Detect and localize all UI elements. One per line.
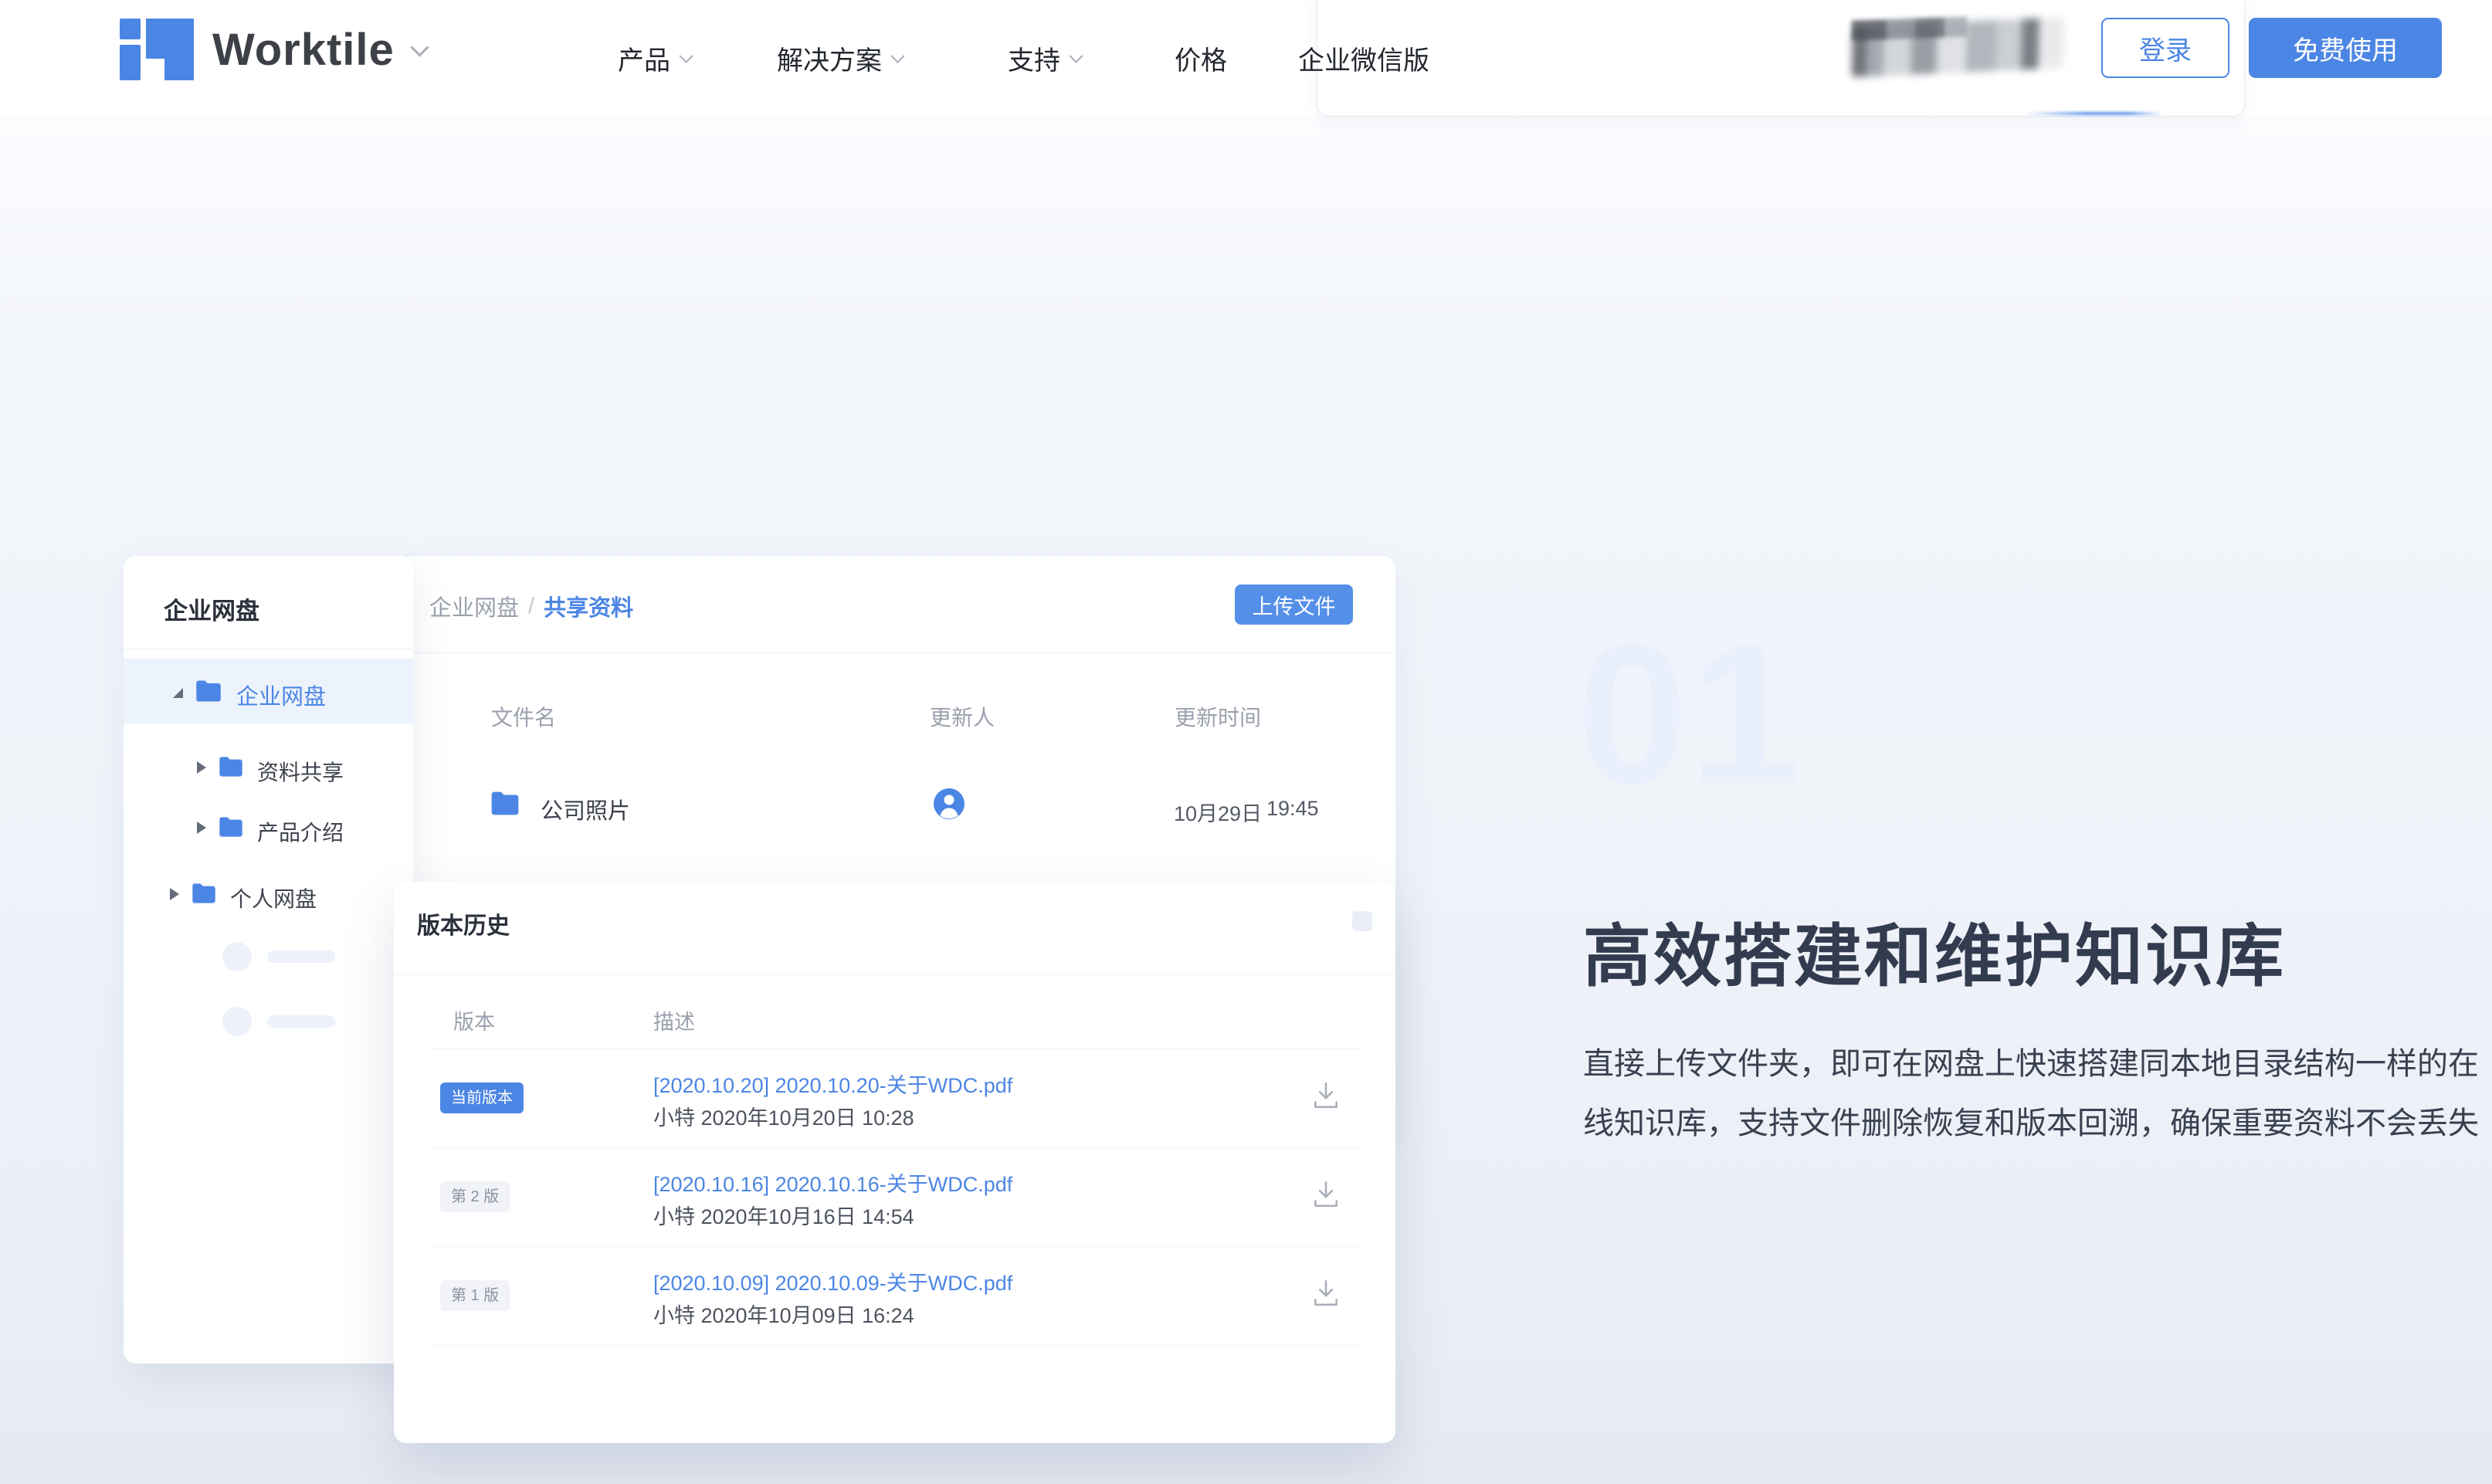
tree-item-label: 企业网盘 xyxy=(236,679,326,711)
nav-label: 产品 xyxy=(618,39,670,77)
feature-title: 高效搭建和维护知识库 xyxy=(1583,902,2286,1000)
worktile-wordmark: Worktile xyxy=(212,24,395,76)
column-header-description: 描述 xyxy=(653,1005,695,1035)
signup-button-label: 免费使用 xyxy=(2293,29,2398,67)
feature-description: 直接上传文件夹，即可在网盘上快速搭建同本地目录结构一样的在线知识库，支持文件删除… xyxy=(1583,1035,2479,1154)
dropdown-glow-accent xyxy=(2024,112,2163,115)
chevron-down-icon xyxy=(890,49,904,63)
folder-icon xyxy=(191,883,217,904)
nav-label: 支持 xyxy=(1008,39,1060,77)
caret-collapsed-icon[interactable] xyxy=(197,761,206,774)
version-badge: 第 1 版 xyxy=(440,1280,510,1311)
worktile-logo[interactable]: Worktile xyxy=(120,17,426,82)
login-button-label: 登录 xyxy=(2139,29,2192,67)
caret-collapsed-icon[interactable] xyxy=(170,888,179,900)
skeleton-text-bar xyxy=(267,950,335,963)
nav-item-pricing[interactable]: 价格 xyxy=(1175,0,1227,116)
download-icon[interactable] xyxy=(1310,1178,1342,1211)
site-header: Worktile 产品 解决方案 支持 价格 企业微信版 登录 免费使用 xyxy=(0,0,2492,116)
version-badge-current: 当前版本 xyxy=(440,1083,524,1113)
breadcrumb: 企业网盘 / 共享资料 xyxy=(429,590,633,622)
column-header-updated-time: 更新时间 xyxy=(1175,701,1261,732)
folder-icon xyxy=(195,679,222,703)
avatar xyxy=(934,788,965,819)
sidebar-title: 企业网盘 xyxy=(164,591,259,626)
breadcrumb-current: 共享资料 xyxy=(544,590,633,622)
version-badge: 第 2 版 xyxy=(440,1181,510,1212)
skeleton-avatar xyxy=(222,1007,252,1036)
feature-index-watermark: 01 xyxy=(1577,615,1802,814)
tree-item-label: 产品介绍 xyxy=(257,816,344,847)
file-row-time: 19:45 xyxy=(1266,797,1319,821)
chevron-down-icon xyxy=(1069,49,1083,63)
folder-icon xyxy=(218,756,244,778)
folder-icon xyxy=(490,791,520,816)
caret-collapsed-icon[interactable] xyxy=(197,822,206,834)
tree-item-shared-files[interactable]: 资料共享 xyxy=(124,752,413,783)
skeleton-text-bar xyxy=(267,1015,335,1028)
divider xyxy=(394,974,1395,975)
nav-label: 解决方案 xyxy=(777,39,882,77)
phone-number-blurred-digits xyxy=(1852,16,1968,40)
modal-title: 版本历史 xyxy=(417,906,510,940)
version-row: 当前版本 [2020.10.20] 2020.10.20-关于WDC.pdf 小… xyxy=(394,1049,1395,1147)
page: Worktile 产品 解决方案 支持 价格 企业微信版 登录 免费使用 xyxy=(0,0,2492,1484)
breadcrumb-root[interactable]: 企业网盘 xyxy=(429,590,519,622)
tree-item-product-intro[interactable]: 产品介绍 xyxy=(124,812,413,843)
skeleton-avatar xyxy=(222,942,252,971)
nav-item-solutions[interactable]: 解决方案 xyxy=(777,0,903,116)
chevron-down-icon xyxy=(410,38,429,56)
signup-free-button[interactable]: 免费使用 xyxy=(2249,18,2442,78)
breadcrumb-separator: / xyxy=(528,594,534,619)
column-header-version: 版本 xyxy=(453,1005,495,1035)
nav-item-products[interactable]: 产品 xyxy=(618,0,691,116)
modal-corner-button[interactable] xyxy=(1352,911,1372,931)
nav-item-support[interactable]: 支持 xyxy=(1008,0,1081,116)
upload-button-label: 上传文件 xyxy=(1253,590,1336,620)
worktile-logo-icon xyxy=(120,19,194,80)
tree-item-enterprise-drive[interactable]: 企业网盘 xyxy=(124,659,413,723)
divider xyxy=(402,652,1395,653)
version-row: 第 1 版 [2020.10.09] 2020.10.09-关于WDC.pdf … xyxy=(394,1246,1395,1345)
nav-label: 企业微信版 xyxy=(1298,39,1429,77)
login-button[interactable]: 登录 xyxy=(2101,18,2229,78)
divider xyxy=(429,1345,1360,1346)
file-row-name[interactable]: 公司照片 xyxy=(541,793,630,825)
chevron-down-icon xyxy=(679,49,693,63)
download-icon[interactable] xyxy=(1310,1277,1342,1310)
drive-sidebar: 企业网盘 企业网盘 资料共享 产品介绍 xyxy=(124,556,413,1364)
tree-item-label: 个人网盘 xyxy=(230,883,317,913)
version-meta: 小特 2020年10月09日 16:24 xyxy=(653,1299,914,1329)
tree-item-personal-drive[interactable]: 个人网盘 xyxy=(124,879,413,910)
column-header-updater: 更新人 xyxy=(930,701,995,732)
version-history-modal: 版本历史 版本 描述 当前版本 [2020.10.20] 2020.10.20-… xyxy=(394,882,1395,1443)
version-meta: 小特 2020年10月20日 10:28 xyxy=(653,1101,914,1131)
download-icon[interactable] xyxy=(1310,1079,1342,1112)
column-header-filename: 文件名 xyxy=(491,701,556,732)
version-file-link[interactable]: [2020.10.16] 2020.10.16-关于WDC.pdf xyxy=(653,1167,1012,1198)
version-file-link[interactable]: [2020.10.20] 2020.10.20-关于WDC.pdf xyxy=(653,1069,1012,1099)
tree-item-label: 资料共享 xyxy=(257,756,344,787)
version-meta: 小特 2020年10月16日 14:54 xyxy=(653,1200,914,1230)
caret-expanded-icon[interactable] xyxy=(173,688,183,698)
upload-file-button[interactable]: 上传文件 xyxy=(1235,584,1353,625)
version-row: 第 2 版 [2020.10.16] 2020.10.16-关于WDC.pdf … xyxy=(394,1147,1395,1246)
folder-icon xyxy=(218,816,244,838)
nav-item-wechat-work[interactable]: 企业微信版 xyxy=(1298,0,1429,116)
nav-label: 价格 xyxy=(1175,39,1227,77)
file-row-date: 10月29日 xyxy=(1174,797,1262,827)
version-file-link[interactable]: [2020.10.09] 2020.10.09-关于WDC.pdf xyxy=(653,1266,1012,1296)
